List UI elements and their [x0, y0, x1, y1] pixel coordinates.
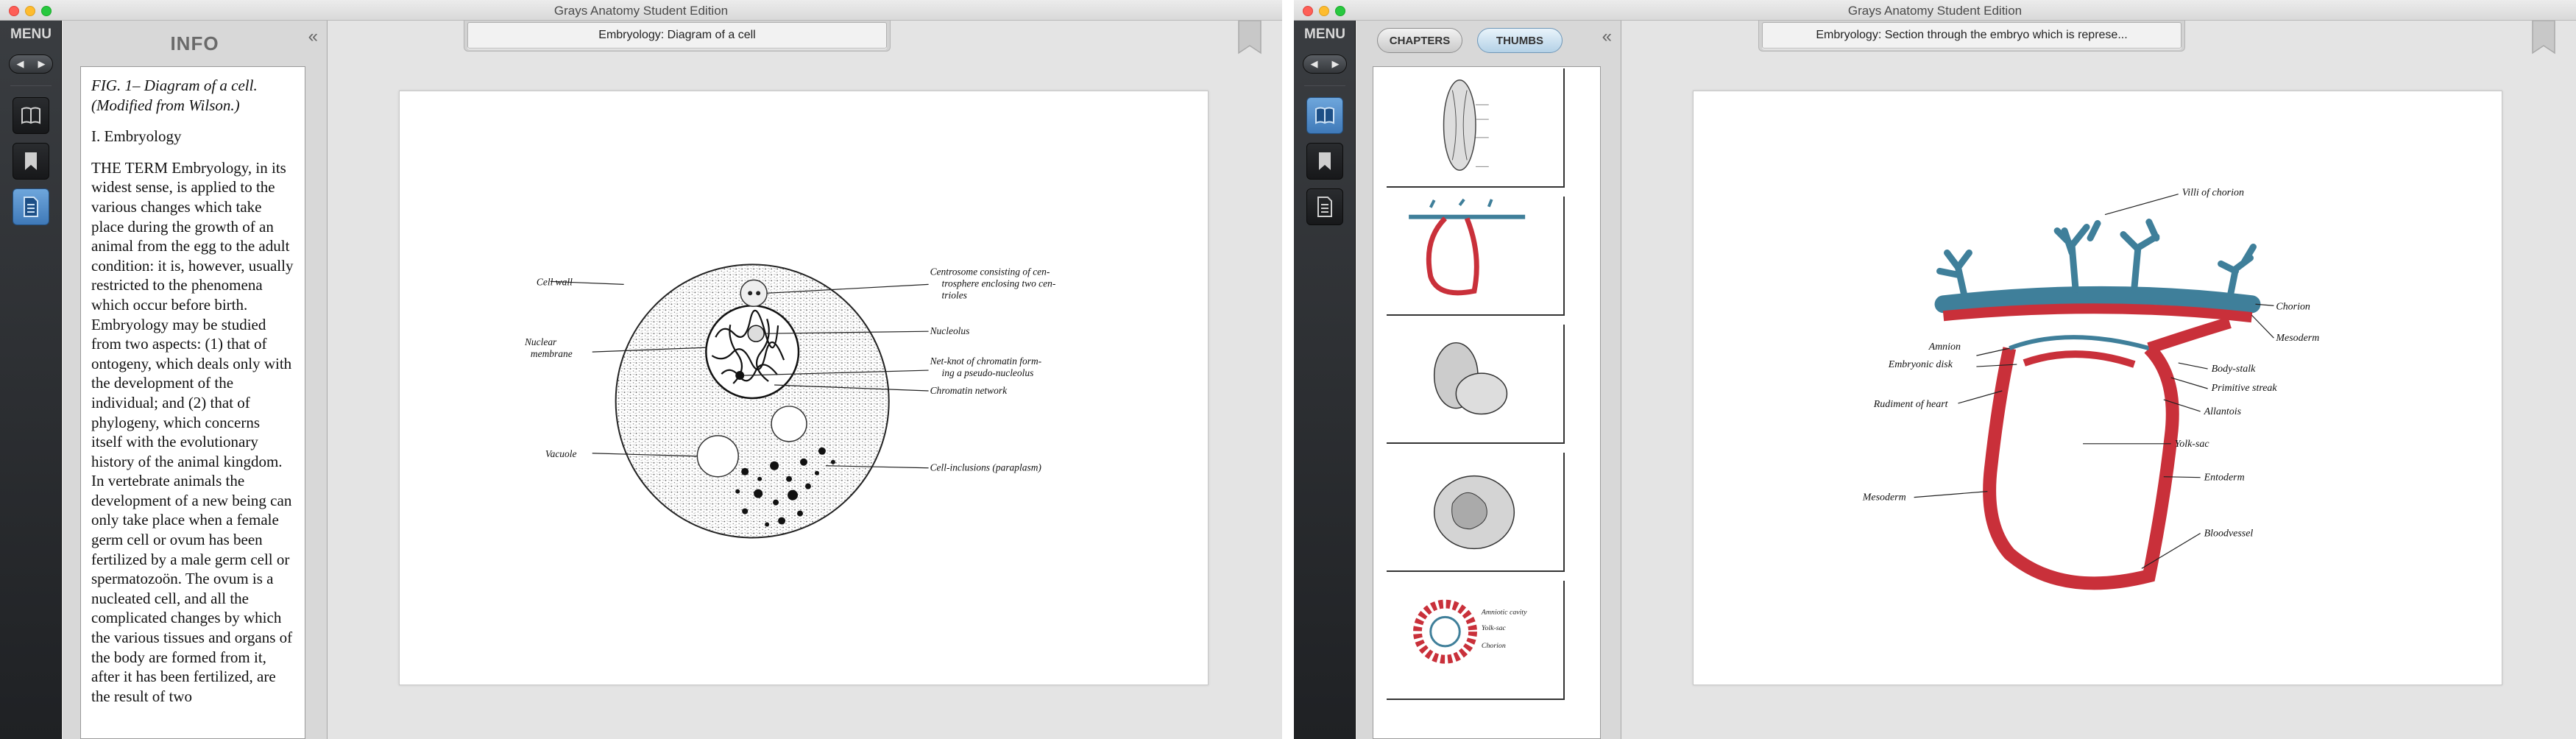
embryo-diagram: Villi of chorion Chorion Mesoderm Amnion… [1862, 188, 2319, 590]
thumb-label-amniotic: Amniotic cavity [1481, 608, 1527, 616]
panel-tabs: CHAPTERS THUMBS [1377, 28, 1563, 53]
tab-chapters[interactable]: CHAPTERS [1377, 28, 1462, 53]
collapse-panel-button[interactable]: « [1602, 26, 1612, 47]
bookmark-ribbon-icon[interactable] [2530, 21, 2557, 54]
thumbnail-4[interactable] [1387, 453, 1565, 572]
label-amnion: Amnion [1928, 342, 1961, 353]
divider [1304, 85, 1345, 86]
menu-button[interactable]: MENU [0, 26, 62, 43]
info-button[interactable] [13, 188, 49, 225]
label-centrosome-1: Centrosome consisting of cen- [930, 266, 1050, 277]
tab-thumbs[interactable]: THUMBS [1477, 28, 1563, 53]
label-rudiment-of-heart: Rudiment of heart [1873, 399, 1949, 410]
body-text: THE TERM Embryology, in its widest sense… [91, 158, 294, 705]
title-bar: Grays Anatomy Student Edition [1294, 0, 2576, 21]
page-nav-control: ◀ ▶ [9, 54, 53, 74]
figure-caption-line2: (Modified from Wilson.) [91, 96, 240, 114]
label-centrosome-2: trosphere enclosing two cen- [942, 277, 1056, 289]
thumbs-panel: CHAPTERS THUMBS « Amniotic cavity Yolk-sa… [1356, 21, 1621, 739]
label-netknot-1: Net-knot of chromatin form- [930, 356, 1042, 367]
label-embryonic-disk: Embryonic disk [1888, 359, 1953, 370]
left-dock: MENU ◀ ▶ [1294, 21, 1356, 739]
section-heading: I. Embryology [91, 127, 182, 146]
label-entoderm: Entoderm [2204, 473, 2245, 484]
figure-caption-line1: FIG. 1– Diagram of a cell. [91, 77, 258, 94]
label-villi-of-chorion: Villi of chorion [2182, 188, 2244, 199]
yolk-sac-wall [1983, 343, 2179, 590]
nav-forward-button[interactable]: ▶ [38, 58, 46, 70]
page-title: Embryology: Section through the embryo w… [1762, 22, 2182, 49]
label-nuclear-membrane-2: membrane [531, 348, 573, 359]
app-window-thumbs: Grays Anatomy Student Edition MENU ◀ ▶ C… [1294, 0, 2576, 739]
label-chorion: Chorion [2276, 301, 2310, 312]
main-view: Embryology: Diagram of a cell Cell wall … [328, 21, 1282, 739]
menu-button[interactable]: MENU [1294, 26, 1356, 43]
label-cell-wall: Cell wall [537, 276, 573, 287]
page-title: Embryology: Diagram of a cell [467, 22, 887, 49]
thumbnail-3[interactable] [1387, 325, 1565, 444]
nucleolus-shape [747, 325, 765, 342]
main-view: Embryology: Section through the embryo w… [1622, 21, 2576, 739]
thumbnail-5[interactable]: Amniotic cavity Yolk-sac Chorion [1387, 581, 1565, 700]
bookmark-icon [25, 152, 37, 170]
figure-caption: FIG. 1– Diagram of a cell. (Modified fro… [91, 76, 294, 115]
window-title: Grays Anatomy Student Edition [1847, 4, 2023, 18]
divider [10, 85, 52, 86]
info-button[interactable] [1306, 188, 1343, 225]
nav-back-button[interactable]: ◀ [1311, 58, 1318, 70]
window-title: Grays Anatomy Student Edition [553, 4, 729, 18]
figure-page[interactable]: Cell wall Nuclear membrane Vacuole Centr… [399, 91, 1209, 685]
label-netknot-2: ing a pseudo-nucleolus [942, 367, 1034, 378]
bookmark-icon [1319, 152, 1331, 170]
nav-back-button[interactable]: ◀ [17, 58, 24, 70]
info-panel: INFO « FIG. 1– Diagram of a cell. (Modif… [63, 21, 328, 739]
figure-page[interactable]: Villi of chorion Chorion Mesoderm Amnion… [1693, 91, 2502, 685]
label-yolk-sac: Yolk-sac [2175, 439, 2210, 450]
chorion-shape [1934, 286, 2261, 314]
label-mesoderm-right: Mesoderm [2275, 333, 2319, 344]
document-icon [24, 197, 38, 217]
book-icon [1315, 107, 1334, 124]
label-centrosome-3: trioles [942, 289, 967, 300]
nucleus-shape [705, 305, 800, 400]
info-text-scroll[interactable]: FIG. 1– Diagram of a cell. (Modified fro… [80, 66, 305, 739]
label-bloodvessel: Bloodvessel [2204, 528, 2254, 540]
title-bar: Grays Anatomy Student Edition [0, 0, 1282, 21]
label-chromatin-network: Chromatin network [930, 385, 1008, 396]
app-window-info: Grays Anatomy Student Edition MENU ◀ ▶ I… [0, 0, 1282, 739]
vacuole-shape [696, 435, 739, 478]
page-nav-control: ◀ ▶ [1303, 54, 1347, 74]
label-vacuole: Vacuole [545, 448, 577, 459]
book-button[interactable] [13, 97, 49, 134]
document-icon [1317, 197, 1332, 217]
label-mesoderm-left: Mesoderm [1862, 492, 1906, 503]
nav-forward-button[interactable]: ▶ [1332, 58, 1340, 70]
label-cell-inclusions: Cell-inclusions (paraplasm) [930, 462, 1042, 473]
thumbnail-list[interactable]: Amniotic cavity Yolk-sac Chorion [1373, 66, 1601, 739]
label-primitive-streak: Primitive streak [2211, 383, 2278, 394]
label-nucleolus: Nucleolus [930, 325, 970, 336]
thumbnail-1[interactable] [1387, 68, 1565, 188]
left-dock: MENU ◀ ▶ [0, 21, 62, 739]
panel-title: INFO [170, 32, 219, 54]
collapse-panel-button[interactable]: « [308, 26, 318, 47]
book-icon [21, 107, 40, 124]
book-button[interactable] [1306, 97, 1343, 134]
cell-diagram: Cell wall Nuclear membrane Vacuole Centr… [524, 264, 1056, 539]
centrosome-shape [740, 279, 768, 308]
label-body-stalk: Body-stalk [2212, 364, 2256, 375]
thumbnail-2[interactable] [1387, 197, 1565, 316]
label-allantois: Allantois [2204, 406, 2241, 417]
bookmarks-button[interactable] [1306, 143, 1343, 180]
label-nuclear-membrane-1: Nuclear [524, 336, 557, 347]
bookmark-ribbon-icon[interactable] [1236, 21, 1263, 54]
bookmarks-button[interactable] [13, 143, 49, 180]
thumb-label-chorion: Chorion [1482, 642, 1506, 650]
thumb-label-yolk: Yolk-sac [1482, 624, 1507, 632]
